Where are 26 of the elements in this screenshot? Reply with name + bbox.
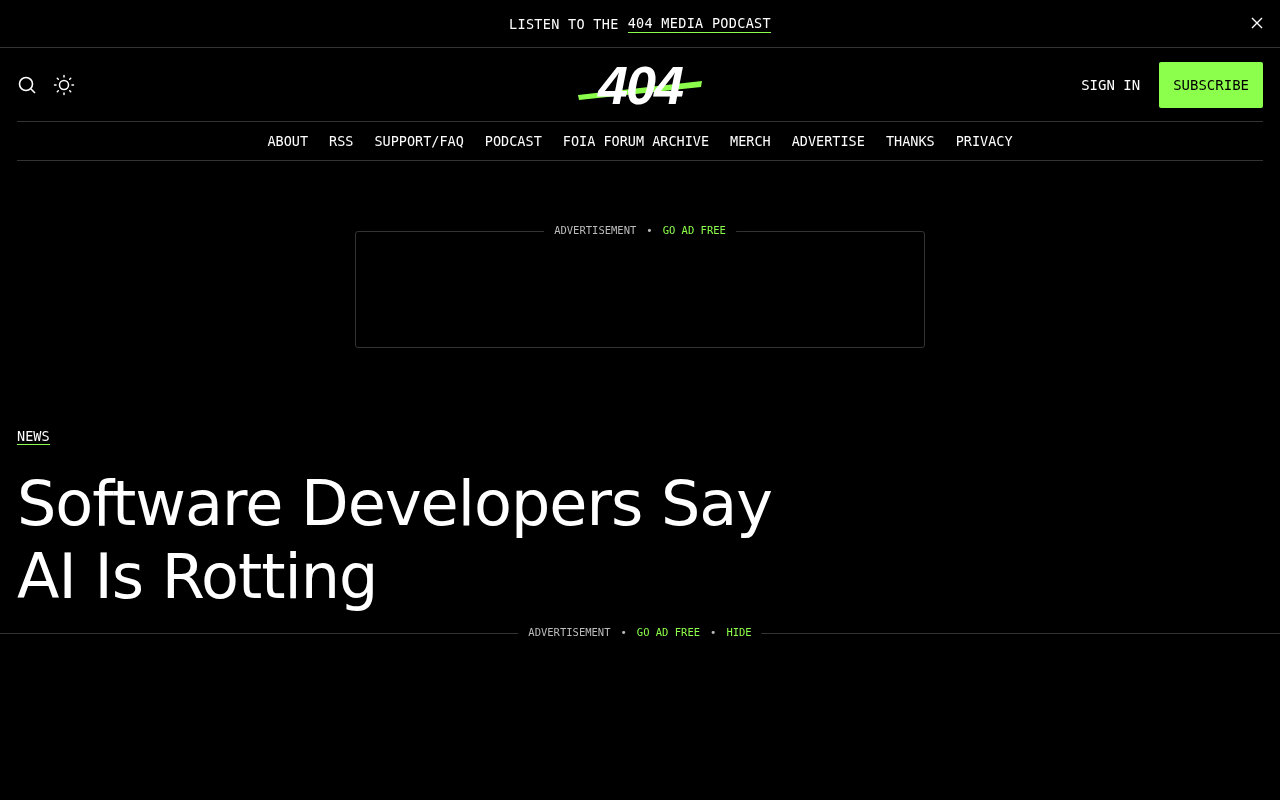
close-button[interactable] [1250, 16, 1264, 30]
nav-link[interactable]: RSS [329, 133, 354, 149]
nav-link[interactable]: FOIA FORUM ARCHIVE [562, 133, 710, 149]
separator: • [646, 224, 653, 236]
sign-in-link[interactable]: SIGN IN [1081, 76, 1141, 93]
separator: • [710, 626, 717, 638]
nav-link[interactable]: ABOUT [267, 133, 309, 149]
podcast-link[interactable]: 404 MEDIA PODCAST [627, 14, 771, 33]
search-icon[interactable] [17, 74, 37, 95]
sun-icon[interactable] [53, 73, 75, 96]
nav-link[interactable]: PODCAST [484, 133, 542, 149]
ad-link[interactable]: GO AD FREE [636, 626, 701, 638]
nav-link[interactable]: PRIVACY [955, 133, 1013, 149]
ad-link[interactable]: GO AD FREE [662, 224, 726, 236]
ad-label: ADVERTISEMENT [528, 626, 611, 638]
article-title: Software Developers Say AI Is Rotting [17, 467, 773, 613]
separator: • [620, 626, 627, 638]
nav-link[interactable]: MERCH [730, 133, 771, 149]
nav-link[interactable]: SUPPORT/FAQ [374, 133, 464, 149]
ad-label: ADVERTISEMENT [554, 224, 637, 236]
category-link[interactable]: NEWS [17, 428, 50, 445]
ad-link[interactable]: HIDE [726, 626, 752, 638]
nav-link[interactable]: THANKS [885, 133, 935, 149]
nav-link[interactable]: ADVERTISE [791, 133, 865, 149]
announcement-text: LISTEN TO THE [509, 15, 619, 32]
subscribe-button[interactable]: SUBSCRIBE [1159, 61, 1263, 108]
